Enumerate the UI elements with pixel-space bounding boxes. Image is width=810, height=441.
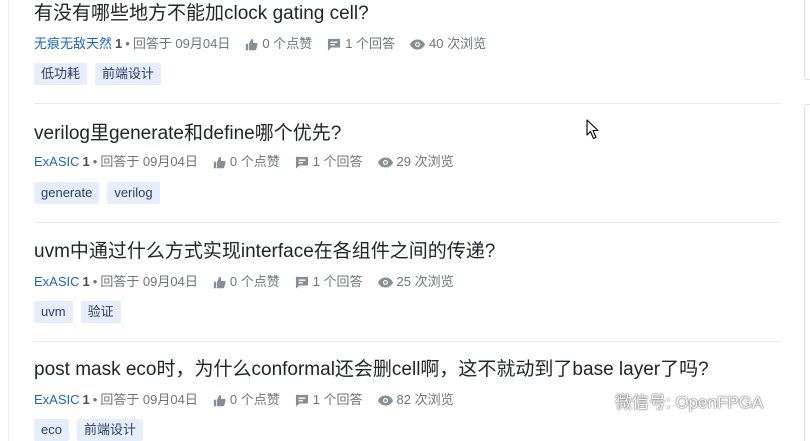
thumbs-up-icon bbox=[213, 156, 226, 168]
answered-date: 回答于 09月04日 bbox=[132, 36, 231, 51]
thumbs-up-icon bbox=[213, 394, 226, 406]
views-stat: 82 次浏览 bbox=[377, 392, 454, 408]
author-link[interactable]: 无痕无敌天然 bbox=[34, 36, 112, 52]
eye-icon bbox=[377, 277, 393, 287]
tag[interactable]: 低功耗 bbox=[34, 63, 88, 85]
author-link[interactable]: ExASIC bbox=[34, 154, 80, 170]
answers-count: 1 个回答 bbox=[345, 36, 396, 51]
answered-date: 回答于 09月04日 bbox=[100, 392, 198, 407]
question-item: verilog里generate和define哪个优先? ExASIC 1 • … bbox=[34, 104, 780, 223]
question-title[interactable]: post mask eco时，为什么conformal还会删cell啊，这不就动… bbox=[34, 358, 709, 382]
tag-list: generate verilog bbox=[34, 182, 160, 204]
tag-list: uvm 验证 bbox=[34, 301, 121, 323]
tag[interactable]: generate bbox=[34, 182, 100, 204]
tag[interactable]: eco bbox=[34, 419, 69, 441]
question-item: 有没有哪些地方不能加clock gating cell? 无痕无敌天然 1 • … bbox=[34, 0, 780, 104]
eye-icon bbox=[377, 157, 393, 167]
watermark: 微信号: OpenFPGA bbox=[573, 385, 763, 415]
tag[interactable]: uvm bbox=[34, 301, 73, 323]
answers-stat: 1 个回答 bbox=[295, 154, 363, 170]
author-link[interactable]: ExASIC bbox=[34, 274, 80, 290]
answers-stat: 1 个回答 bbox=[327, 36, 395, 52]
views-count: 25 次浏览 bbox=[396, 274, 454, 289]
thumbs-up-icon bbox=[246, 38, 258, 50]
likes-count: 0 个点赞 bbox=[229, 154, 280, 169]
left-edge-line bbox=[8, 0, 9, 441]
mouse-pointer-icon bbox=[586, 119, 600, 145]
author-reputation: 1 bbox=[115, 36, 123, 51]
eye-icon bbox=[410, 39, 426, 49]
likes-count: 0 个点赞 bbox=[229, 392, 280, 407]
author-reputation: 1 bbox=[82, 154, 90, 169]
meta-separator: • bbox=[92, 154, 98, 169]
tag-list: 低功耗 前端设计 bbox=[34, 63, 162, 85]
question-title[interactable]: verilog里generate和define哪个优先? bbox=[34, 122, 341, 146]
question-title[interactable]: uvm中通过什么方式实现interface在各组件之间的传递? bbox=[34, 240, 495, 264]
question-title[interactable]: 有没有哪些地方不能加clock gating cell? bbox=[34, 2, 369, 26]
meta-separator: • bbox=[92, 274, 98, 289]
likes-stat: 0 个点赞 bbox=[245, 36, 312, 52]
comment-icon bbox=[295, 394, 308, 407]
tag[interactable]: 前端设计 bbox=[95, 63, 162, 85]
question-meta: ExASIC 1 • 回答于 09月04日 0 个点赞 1 个回答 25 次浏览 bbox=[34, 274, 454, 290]
likes-stat: 0 个点赞 bbox=[213, 392, 280, 408]
likes-stat: 0 个点赞 bbox=[213, 274, 280, 290]
author-reputation: 1 bbox=[82, 392, 90, 407]
question-feed: 有没有哪些地方不能加clock gating cell? 无痕无敌天然 1 • … bbox=[34, 0, 780, 441]
tag[interactable]: verilog bbox=[107, 182, 160, 204]
answered-date: 回答于 09月04日 bbox=[100, 154, 198, 169]
question-meta: 无痕无敌天然 1 • 回答于 09月04日 0 个点赞 1 个回答 40 次浏览 bbox=[34, 36, 486, 52]
tag[interactable]: 验证 bbox=[80, 301, 121, 323]
comment-icon bbox=[295, 276, 308, 289]
tag-list: eco 前端设计 bbox=[34, 419, 143, 441]
answers-count: 1 个回答 bbox=[312, 274, 363, 289]
question-meta: ExASIC 1 • 回答于 09月04日 0 个点赞 1 个回答 29 次浏览 bbox=[34, 154, 454, 170]
answers-stat: 1 个回答 bbox=[295, 274, 363, 290]
author-link[interactable]: ExASIC bbox=[34, 392, 80, 408]
comment-icon bbox=[295, 156, 308, 169]
question-meta: ExASIC 1 • 回答于 09月04日 0 个点赞 1 个回答 82 次浏览 bbox=[34, 392, 454, 408]
wechat-icon bbox=[574, 387, 606, 413]
answers-count: 1 个回答 bbox=[312, 154, 363, 169]
answers-stat: 1 个回答 bbox=[295, 392, 363, 408]
meta-separator: • bbox=[92, 392, 98, 407]
views-stat: 29 次浏览 bbox=[377, 154, 454, 170]
likes-count: 0 个点赞 bbox=[262, 36, 313, 51]
answers-count: 1 个回答 bbox=[312, 392, 363, 407]
eye-icon bbox=[377, 395, 393, 405]
right-panel-edge-bottom bbox=[804, 104, 810, 441]
question-item: uvm中通过什么方式实现interface在各组件之间的传递? ExASIC 1… bbox=[34, 223, 780, 342]
views-count: 40 次浏览 bbox=[429, 36, 487, 51]
thumbs-up-icon bbox=[213, 276, 226, 288]
meta-separator: • bbox=[125, 36, 130, 51]
watermark-text: 微信号: OpenFPGA bbox=[615, 392, 764, 412]
views-stat: 40 次浏览 bbox=[410, 36, 486, 52]
likes-stat: 0 个点赞 bbox=[213, 154, 280, 170]
author-reputation: 1 bbox=[82, 274, 90, 289]
answered-date: 回答于 09月04日 bbox=[100, 274, 198, 289]
views-count: 82 次浏览 bbox=[396, 392, 454, 407]
tag[interactable]: 前端设计 bbox=[76, 419, 143, 441]
right-panel-edge-top bbox=[804, 0, 810, 80]
views-stat: 25 次浏览 bbox=[377, 274, 454, 290]
views-count: 29 次浏览 bbox=[396, 154, 454, 169]
likes-count: 0 个点赞 bbox=[229, 274, 280, 289]
comment-icon bbox=[328, 38, 341, 51]
